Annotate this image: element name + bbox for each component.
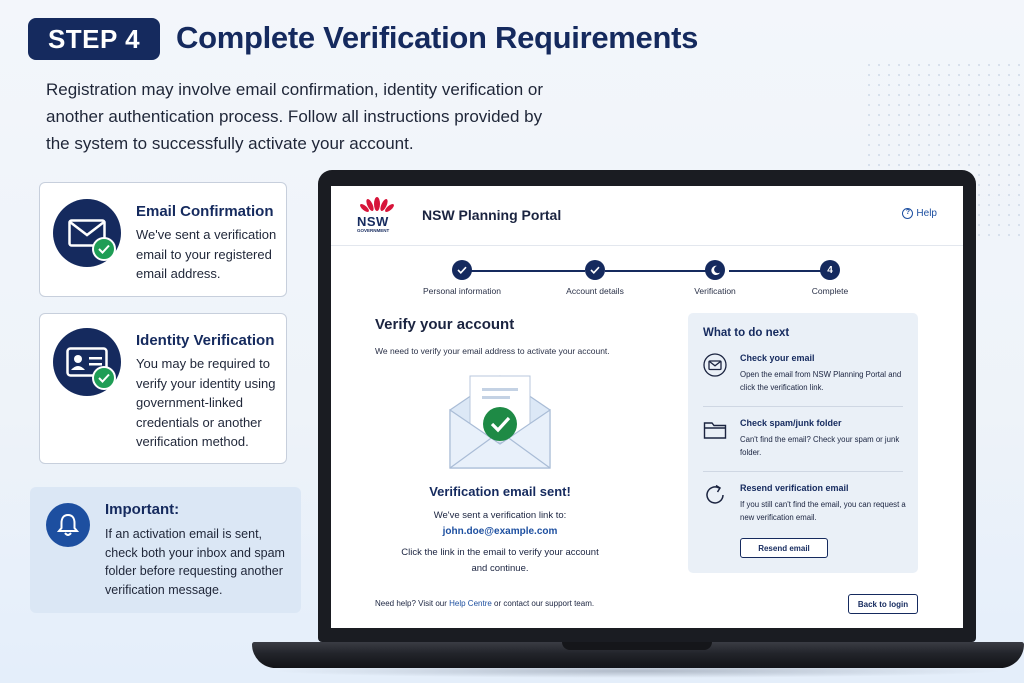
laptop-screen: NSW GOVERNMENT NSW Planning Portal ? Hel… bbox=[331, 186, 963, 628]
page-title: Complete Verification Requirements bbox=[176, 20, 699, 55]
nsw-logo-subtext: GOVERNMENT bbox=[357, 228, 390, 233]
step-label: Complete bbox=[811, 286, 849, 296]
laptop-shadow bbox=[268, 664, 1008, 678]
footer-help-suffix: or contact our support team. bbox=[491, 599, 595, 608]
panel-item-desc: If you still can't find the email, you c… bbox=[740, 500, 906, 522]
help-centre-link[interactable]: Help Centre bbox=[449, 599, 492, 608]
panel-item-desc: Can't find the email? Check your spam or… bbox=[740, 435, 900, 457]
footer-help-prefix: Need help? Visit our bbox=[375, 599, 450, 608]
important-text: If an activation email is sent, check bo… bbox=[105, 527, 285, 597]
sent-title: Verification email sent! bbox=[429, 484, 571, 499]
help-icon: ? bbox=[902, 208, 914, 219]
bell-icon bbox=[46, 503, 90, 547]
step-indicator-personal-information bbox=[452, 260, 472, 280]
sent-email-address: john.doe@example.com bbox=[442, 526, 558, 537]
panel-item-desc: Open the email from NSW Planning Portal … bbox=[740, 370, 902, 392]
portal-header: NSW GOVERNMENT NSW Planning Portal ? Hel… bbox=[331, 186, 963, 246]
panel-title: What to do next bbox=[703, 327, 790, 339]
envelope-check-illustration bbox=[449, 375, 551, 469]
intro-text: Registration may involve email confirmat… bbox=[46, 80, 543, 153]
laptop-notch bbox=[562, 642, 712, 650]
help-link[interactable]: ? Help bbox=[902, 208, 937, 219]
nsw-logo-text: NSW bbox=[357, 214, 389, 229]
card-text: You may be required to verify your ident… bbox=[136, 356, 276, 449]
checkmark-icon bbox=[92, 366, 116, 390]
panel-item-title: Check spam/junk folder bbox=[740, 418, 842, 428]
footer-help-text: Need help? Visit our Help Centre or cont… bbox=[375, 599, 594, 608]
stepper-connector bbox=[471, 270, 585, 272]
checkmark-icon bbox=[92, 237, 116, 261]
important-notice: Important: If an activation email is sen… bbox=[30, 487, 301, 613]
panel-item-title: Resend verification email bbox=[740, 483, 849, 493]
identity-verification-card: Identity Verification You may be require… bbox=[39, 313, 287, 464]
step-indicator-verification bbox=[705, 260, 725, 280]
verify-subtitle: We need to verify your email address to … bbox=[375, 346, 610, 356]
refresh-icon bbox=[706, 484, 724, 504]
what-to-do-next-panel: What to do next Check your email Open th… bbox=[688, 313, 918, 573]
step-badge: STEP 4 bbox=[28, 18, 160, 60]
verify-title: Verify your account bbox=[375, 316, 515, 333]
step-label: Personal information bbox=[423, 286, 501, 296]
checkmark-icon bbox=[590, 266, 600, 274]
sent-line: We've sent a verification link to: bbox=[433, 510, 567, 521]
help-label: Help bbox=[916, 208, 937, 219]
portal-name: NSW Planning Portal bbox=[422, 207, 562, 223]
half-moon-icon bbox=[710, 265, 720, 275]
divider bbox=[703, 406, 903, 407]
stepper-connector bbox=[729, 270, 821, 272]
step-label: Verification bbox=[694, 286, 736, 296]
mail-icon bbox=[703, 353, 727, 377]
step-indicator-account-details bbox=[585, 260, 605, 280]
sent-instruction: Click the link in the email to verify yo… bbox=[401, 547, 599, 574]
card-title: Identity Verification bbox=[136, 332, 275, 349]
divider bbox=[703, 471, 903, 472]
panel-item-title: Check your email bbox=[740, 353, 815, 363]
step-indicator-complete: 4 bbox=[820, 260, 840, 280]
step-label: Account details bbox=[566, 286, 624, 296]
important-title: Important: bbox=[105, 501, 180, 518]
checkmark-icon bbox=[457, 266, 467, 274]
resend-email-button[interactable]: Resend email bbox=[740, 538, 828, 558]
stepper-connector bbox=[605, 270, 709, 272]
card-title: Email Confirmation bbox=[136, 203, 274, 220]
folder-icon bbox=[703, 422, 727, 439]
back-to-login-button[interactable]: Back to login bbox=[848, 594, 918, 614]
card-text: We've sent a verification email to your … bbox=[136, 227, 277, 281]
email-confirmation-card: Email Confirmation We've sent a verifica… bbox=[39, 182, 287, 297]
